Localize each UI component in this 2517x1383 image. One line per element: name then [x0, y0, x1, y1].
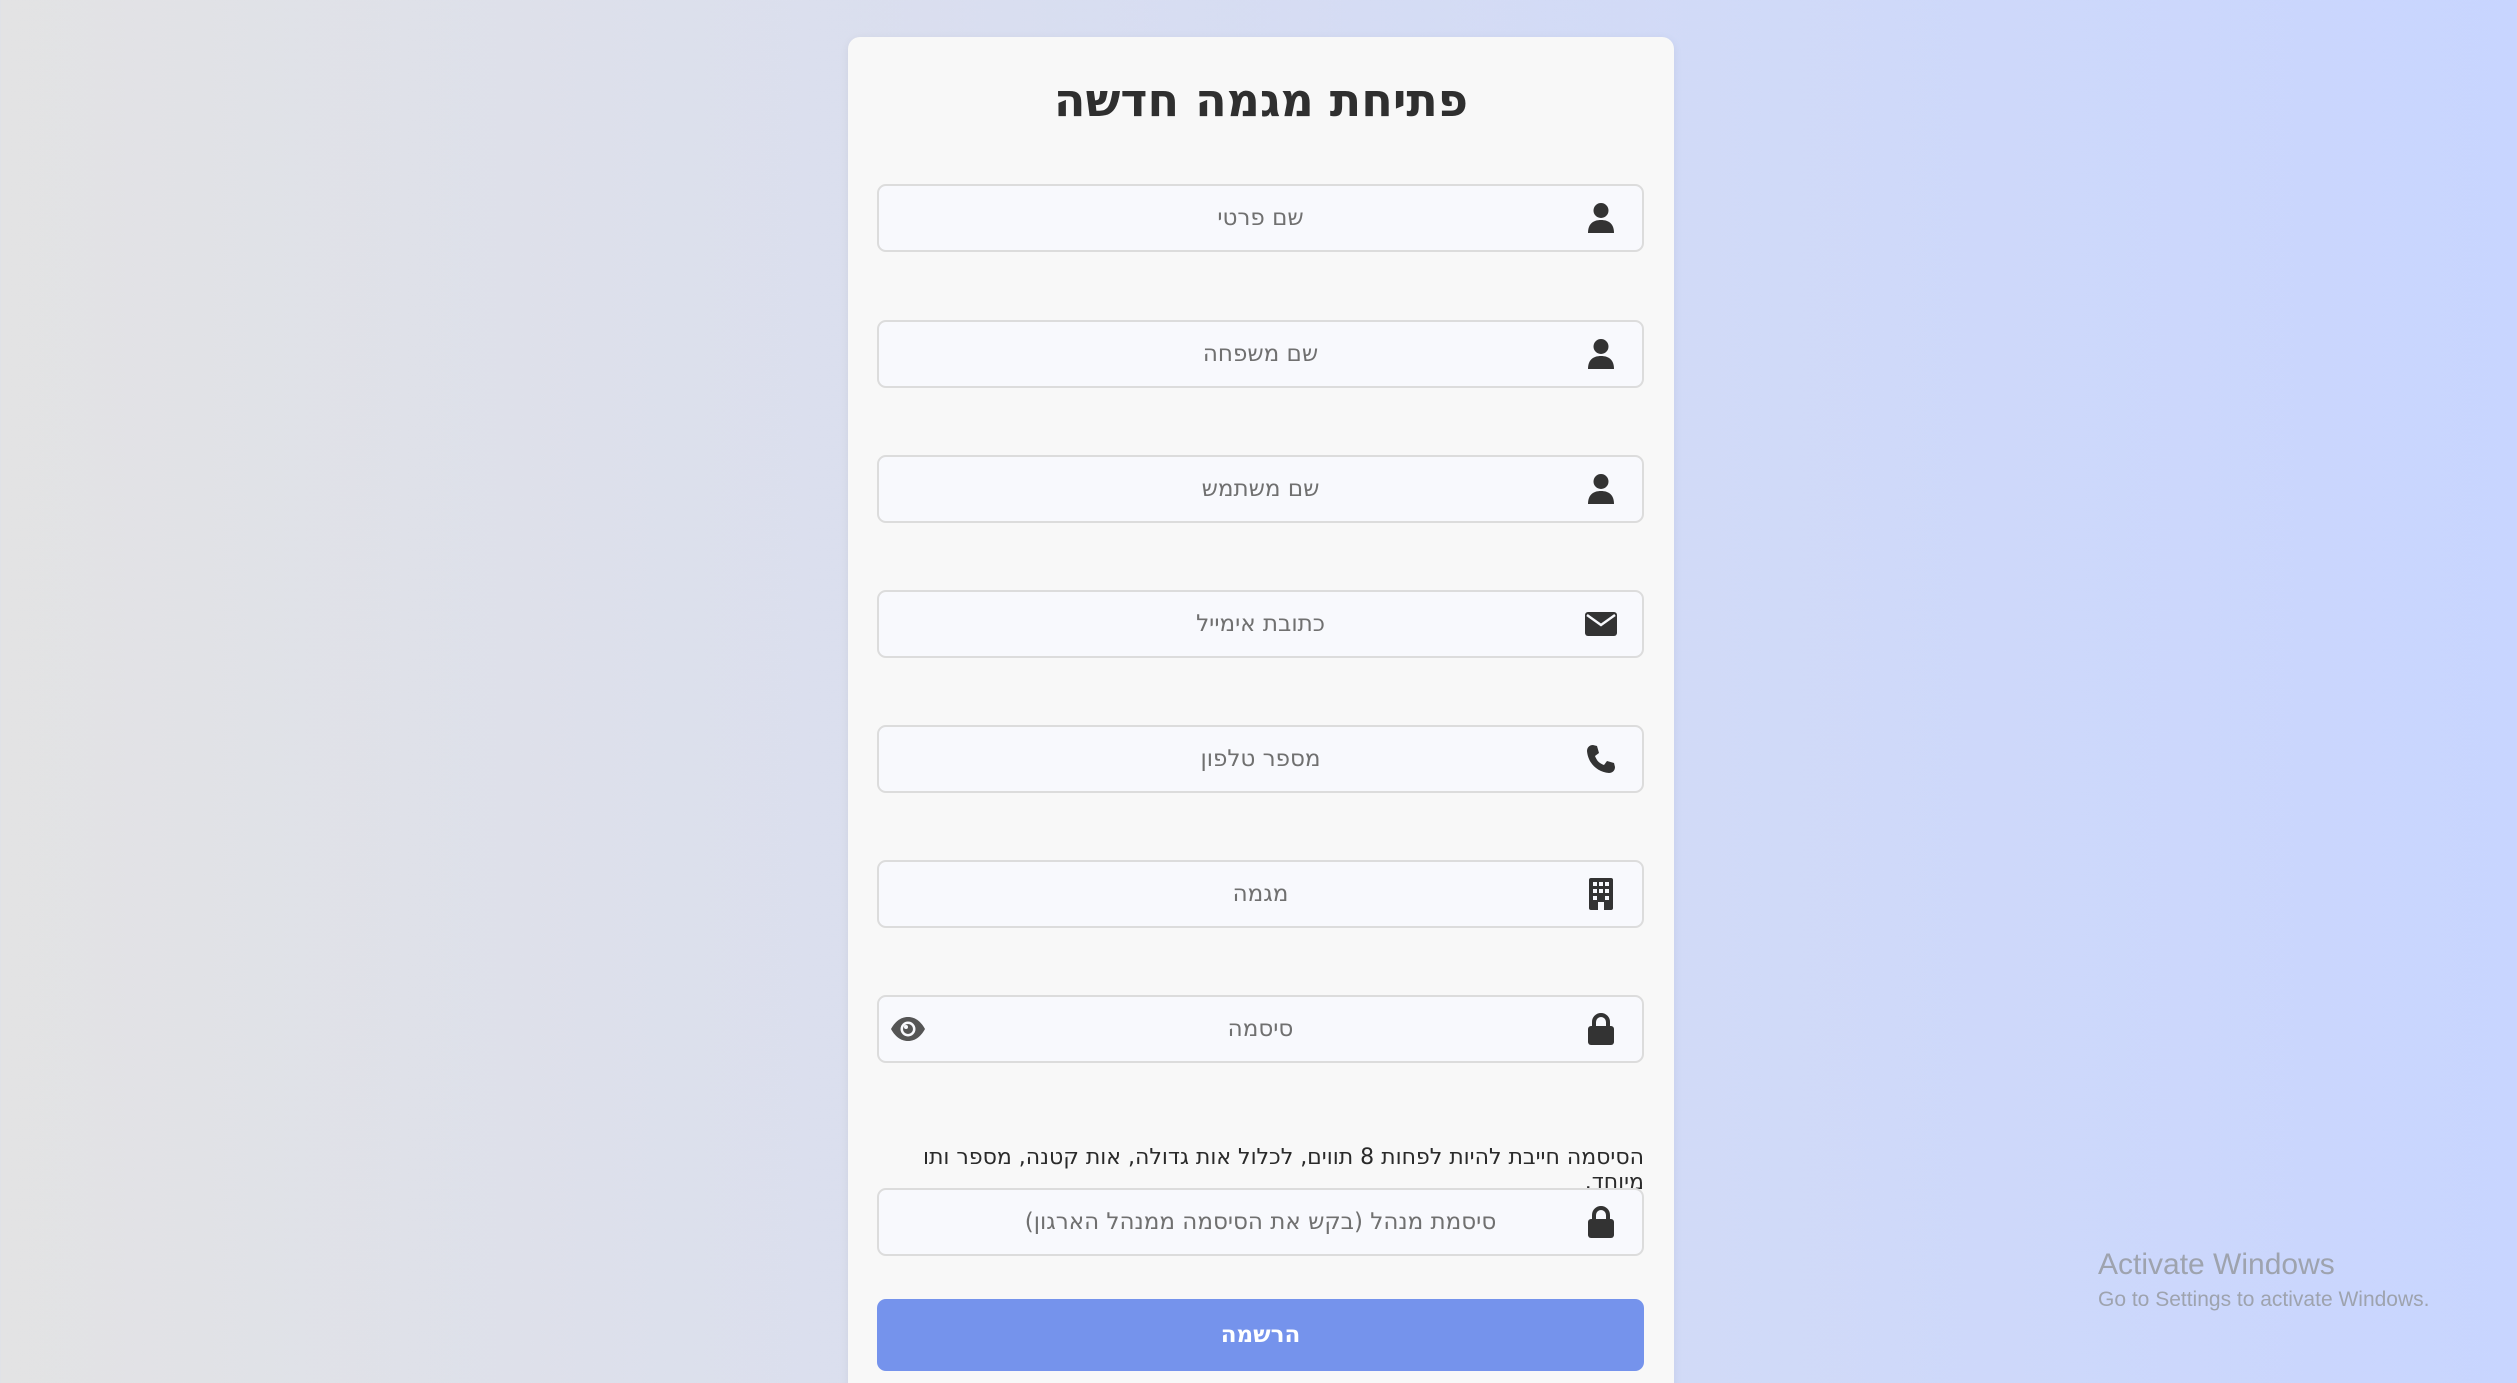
lock-icon [1584, 1012, 1618, 1046]
major-placeholder: מגמה [1232, 881, 1289, 907]
eye-icon[interactable] [889, 1012, 927, 1046]
admin-password-field[interactable]: סיסמת מנהל (בקש את הסיסמה ממנהל הארגון) [877, 1188, 1644, 1256]
email-placeholder: כתובת אימייל [1196, 611, 1325, 637]
building-icon [1584, 877, 1618, 911]
activate-windows-watermark: Activate Windows Go to Settings to activ… [2098, 1248, 2430, 1312]
username-placeholder: שם משתמש [1201, 476, 1320, 502]
phone-field[interactable]: מספר טלפון [877, 725, 1644, 793]
user-icon [1584, 201, 1618, 235]
signup-card: פתיחת מגמה חדשה שם פרטי שם משפחה שם משתמ… [848, 37, 1674, 1383]
email-field[interactable]: כתובת אימייל [877, 590, 1644, 658]
last-name-field[interactable]: שם משפחה [877, 320, 1644, 388]
watermark-title: Activate Windows [2098, 1248, 2335, 1281]
register-button[interactable]: הרשמה [877, 1299, 1644, 1371]
lock-icon [1584, 1205, 1618, 1239]
password-field[interactable]: סיסמה [877, 995, 1644, 1063]
phone-icon [1584, 742, 1618, 776]
user-icon [1584, 337, 1618, 371]
major-field[interactable]: מגמה [877, 860, 1644, 928]
first-name-placeholder: שם פרטי [1217, 205, 1304, 231]
password-placeholder: סיסמה [1227, 1016, 1294, 1042]
admin-password-placeholder: סיסמת מנהל (בקש את הסיסמה ממנהל הארגון) [1024, 1209, 1497, 1235]
user-icon [1584, 472, 1618, 506]
first-name-field[interactable]: שם פרטי [877, 184, 1644, 252]
last-name-placeholder: שם משפחה [1202, 341, 1319, 367]
watermark-subtitle: Go to Settings to activate Windows. [2098, 1288, 2430, 1311]
page-title: פתיחת מגמה חדשה [1053, 73, 1469, 127]
username-field[interactable]: שם משתמש [877, 455, 1644, 523]
envelope-icon [1584, 607, 1618, 641]
phone-placeholder: מספר טלפון [1200, 746, 1321, 772]
